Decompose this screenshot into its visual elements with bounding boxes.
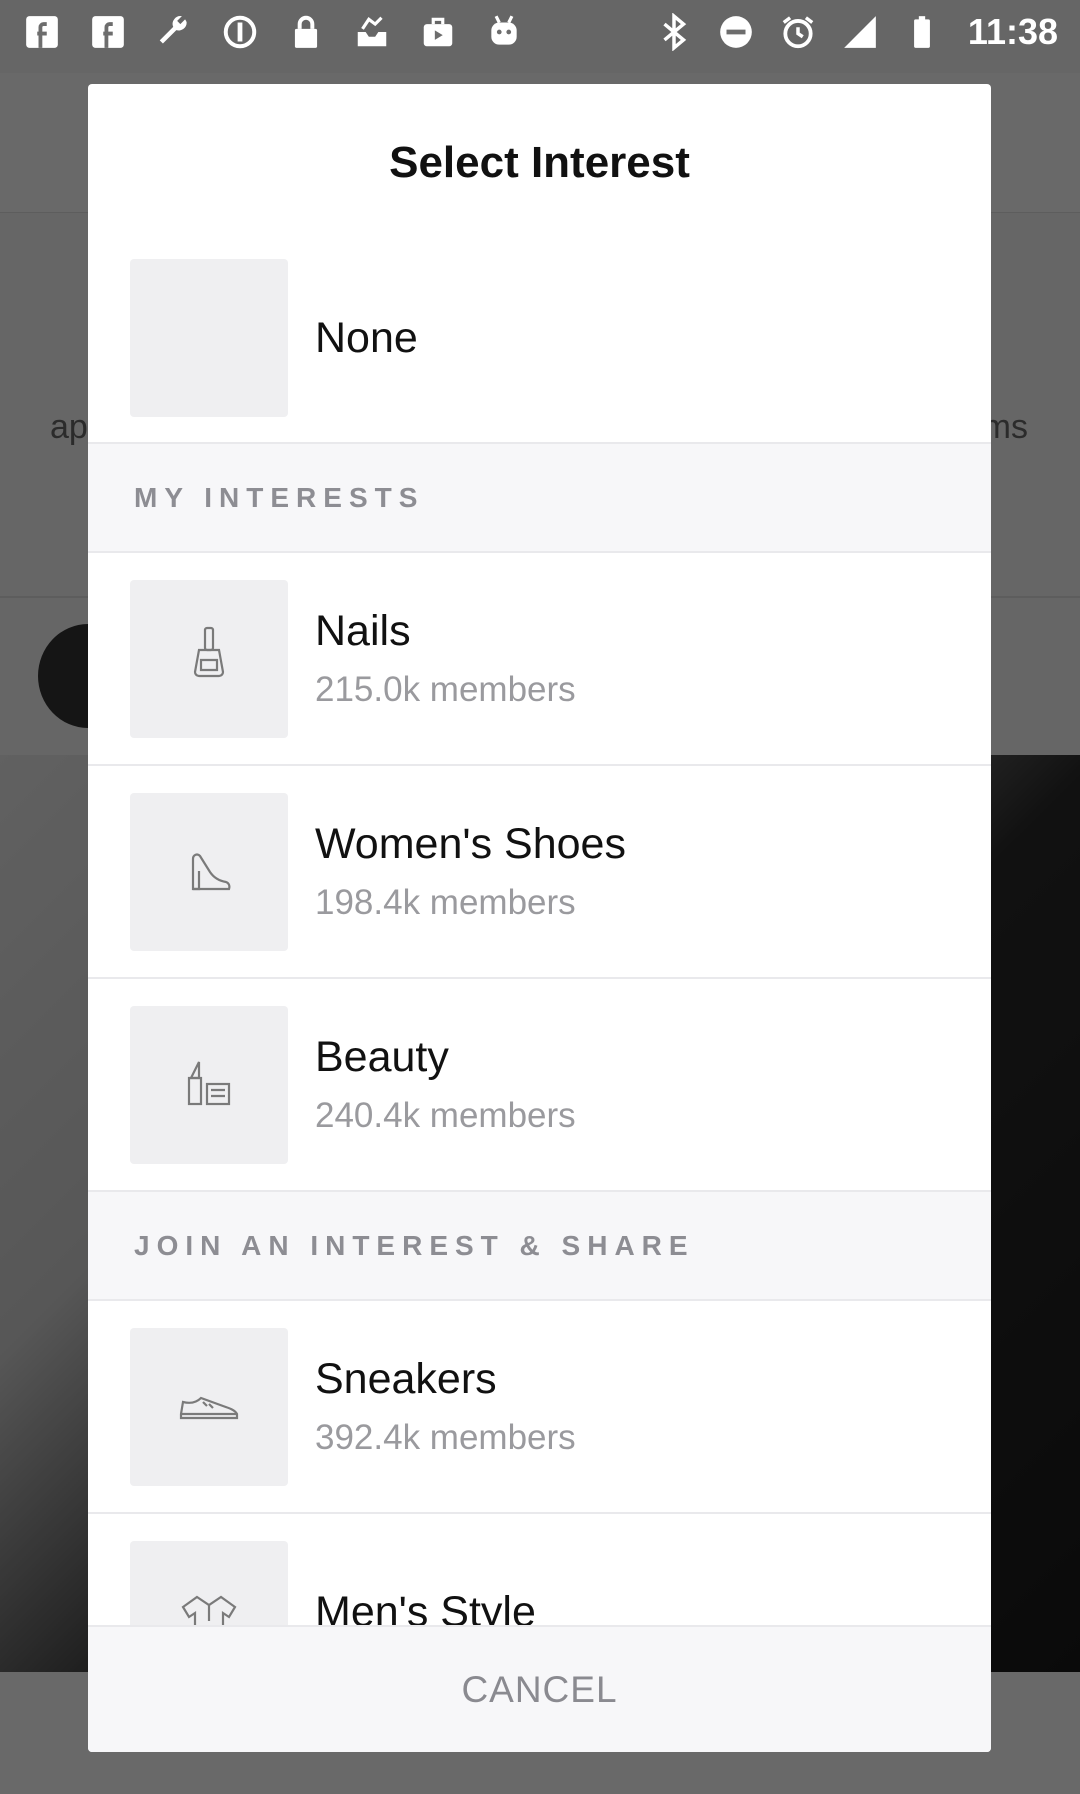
bluetooth-icon xyxy=(654,12,694,52)
interest-thumbnail xyxy=(130,1327,288,1486)
interest-option-nails[interactable]: Nails 215.0k members xyxy=(88,553,991,766)
interest-text: None xyxy=(315,314,418,363)
interest-option-sneakers[interactable]: Sneakers 392.4k members xyxy=(88,1301,991,1514)
interest-option-beauty[interactable]: Beauty 240.4k members xyxy=(88,979,991,1192)
status-bar: 11:38 xyxy=(0,0,1080,64)
interest-option-womens-shoes[interactable]: Women's Shoes 198.4k members xyxy=(88,766,991,979)
interest-name: Beauty xyxy=(315,1033,449,1081)
do-not-disturb-icon xyxy=(716,12,756,52)
interest-member-count: 198.4k members xyxy=(315,883,576,922)
nail-polish-icon xyxy=(169,616,249,701)
android-icon xyxy=(484,12,524,52)
circle-info-icon xyxy=(220,12,260,52)
sneaker-icon xyxy=(169,1364,249,1449)
interest-text: Sneakers 392.4k members xyxy=(315,1355,576,1458)
interest-thumbnail xyxy=(130,792,288,951)
briefcase-icon xyxy=(418,12,458,52)
signal-icon xyxy=(840,12,880,52)
interest-thumbnail xyxy=(130,259,288,417)
high-heel-icon xyxy=(169,829,249,914)
interest-text: Women's Shoes 198.4k members xyxy=(315,820,626,923)
interest-list[interactable]: None MY INTERESTS Nails 215.0k members W… xyxy=(88,234,991,1708)
section-header-join-interest: JOIN AN INTEREST & SHARE xyxy=(88,1192,991,1301)
dialog-title: Select Interest xyxy=(389,138,690,187)
interest-name: Women's Shoes xyxy=(315,820,626,868)
status-bar-right: 11:38 xyxy=(654,11,1058,53)
interest-member-count: 240.4k members xyxy=(315,1096,576,1135)
interest-member-count: 215.0k members xyxy=(315,670,576,709)
interest-option-none[interactable]: None xyxy=(88,234,991,444)
interest-name: None xyxy=(315,313,418,362)
status-bar-left xyxy=(22,12,524,52)
interest-text: Nails 215.0k members xyxy=(315,607,576,710)
alarm-icon xyxy=(778,12,818,52)
interest-thumbnail xyxy=(130,579,288,738)
facebook-icon xyxy=(22,12,62,52)
wrench-icon xyxy=(154,12,194,52)
inbox-icon xyxy=(352,12,392,52)
cancel-button[interactable]: CANCEL xyxy=(88,1625,991,1752)
interest-name: Sneakers xyxy=(315,1355,497,1403)
battery-icon xyxy=(902,12,942,52)
facebook-icon xyxy=(88,12,128,52)
interest-thumbnail xyxy=(130,1005,288,1164)
select-interest-dialog: Select Interest None MY INTERESTS Nails … xyxy=(88,84,991,1752)
interest-member-count: 392.4k members xyxy=(315,1418,576,1457)
section-header-my-interests: MY INTERESTS xyxy=(88,444,991,553)
lock-icon xyxy=(286,12,326,52)
interest-name: Nails xyxy=(315,607,411,655)
status-bar-time: 11:38 xyxy=(967,11,1058,52)
interest-text: Beauty 240.4k members xyxy=(315,1033,576,1136)
lipstick-icon xyxy=(169,1042,249,1127)
